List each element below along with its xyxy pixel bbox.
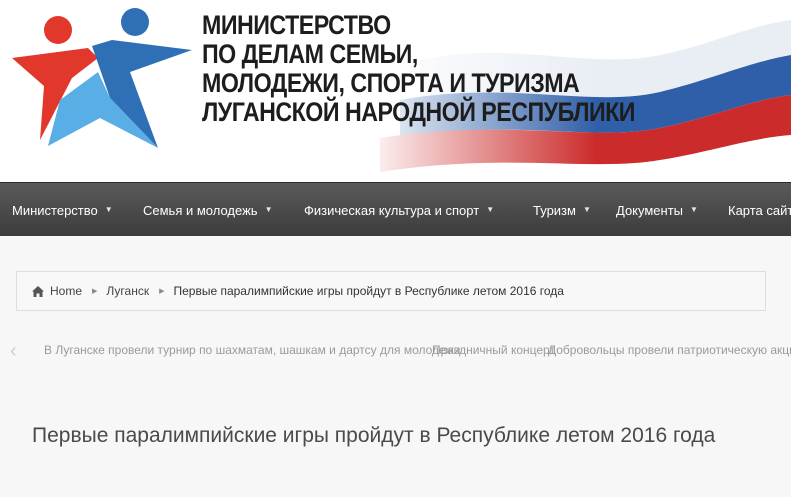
nav-item-label: Документы — [616, 202, 684, 218]
nav-item-label: Физическая культура и спорт — [304, 202, 480, 218]
slide-link[interactable]: В Луганске провели турнир по шахматам, ш… — [44, 343, 460, 357]
nav-item-documents[interactable]: Документы ▼ — [616, 183, 698, 236]
nav-item-sitemap[interactable]: Карта сайта — [728, 183, 791, 236]
breadcrumb-current: Первые паралимпийские игры пройдут в Рес… — [173, 284, 564, 298]
chevron-down-icon: ▼ — [690, 204, 698, 214]
home-icon — [32, 285, 44, 297]
ministry-title: МИНИСТЕРСТВО ПО ДЕЛАМ СЕМЬИ, МОЛОДЕЖИ, С… — [202, 11, 635, 127]
nav-item-label: Семья и молодежь — [143, 202, 258, 218]
chevron-right-icon: ▶ — [92, 288, 98, 295]
nav-item-ministry[interactable]: Министерство ▼ — [12, 183, 113, 236]
chevron-down-icon: ▼ — [582, 204, 591, 214]
chevron-left-icon[interactable]: ‹ — [10, 340, 17, 363]
nav-item-tourism[interactable]: Туризм ▼ — [533, 183, 591, 236]
breadcrumb-home-label: Home — [50, 284, 83, 298]
breadcrumb-section[interactable]: Луганск — [106, 284, 149, 298]
chevron-right-icon: ▶ — [159, 288, 165, 295]
nav-item-sport[interactable]: Физическая культура и спорт ▼ — [304, 183, 494, 236]
breadcrumb-home[interactable]: Home — [32, 284, 82, 298]
ministry-title-line: МИНИСТЕРСТВО — [202, 10, 391, 40]
star-figures-logo — [12, 8, 192, 148]
ministry-title-line: ЛУГАНСКОЙ НАРОДНОЙ РЕСПУБЛИКИ — [202, 97, 635, 127]
nav-item-label: Карта сайта — [728, 202, 791, 218]
nav-item-family-youth[interactable]: Семья и молодежь ▼ — [143, 183, 272, 236]
chevron-down-icon: ▼ — [264, 204, 273, 214]
site-header: МИНИСТЕРСТВО ПО ДЕЛАМ СЕМЬИ, МОЛОДЕЖИ, С… — [0, 0, 791, 182]
chevron-down-icon: ▼ — [486, 204, 495, 214]
nav-item-label: Министерство — [12, 202, 98, 218]
article-title: Первые паралимпийские игры пройдут в Рес… — [32, 424, 716, 447]
related-posts-slider: ‹ В Луганске провели турнир по шахматам,… — [0, 335, 791, 365]
slide-link[interactable]: Праздничный концерт — [432, 343, 555, 357]
main-navigation: Министерство ▼ Семья и молодежь ▼ Физиче… — [0, 182, 791, 236]
ministry-title-line: ПО ДЕЛАМ СЕМЬИ, — [202, 39, 418, 69]
nav-item-label: Туризм — [533, 202, 576, 218]
breadcrumb: Home ▶ Луганск ▶ Первые паралимпийские и… — [16, 271, 766, 311]
chevron-down-icon: ▼ — [104, 204, 113, 214]
slide-link[interactable]: Добровольцы провели патриотическую акцию — [548, 343, 791, 357]
ministry-title-line: МОЛОДЕЖИ, СПОРТА И ТУРИЗМА — [202, 68, 580, 98]
